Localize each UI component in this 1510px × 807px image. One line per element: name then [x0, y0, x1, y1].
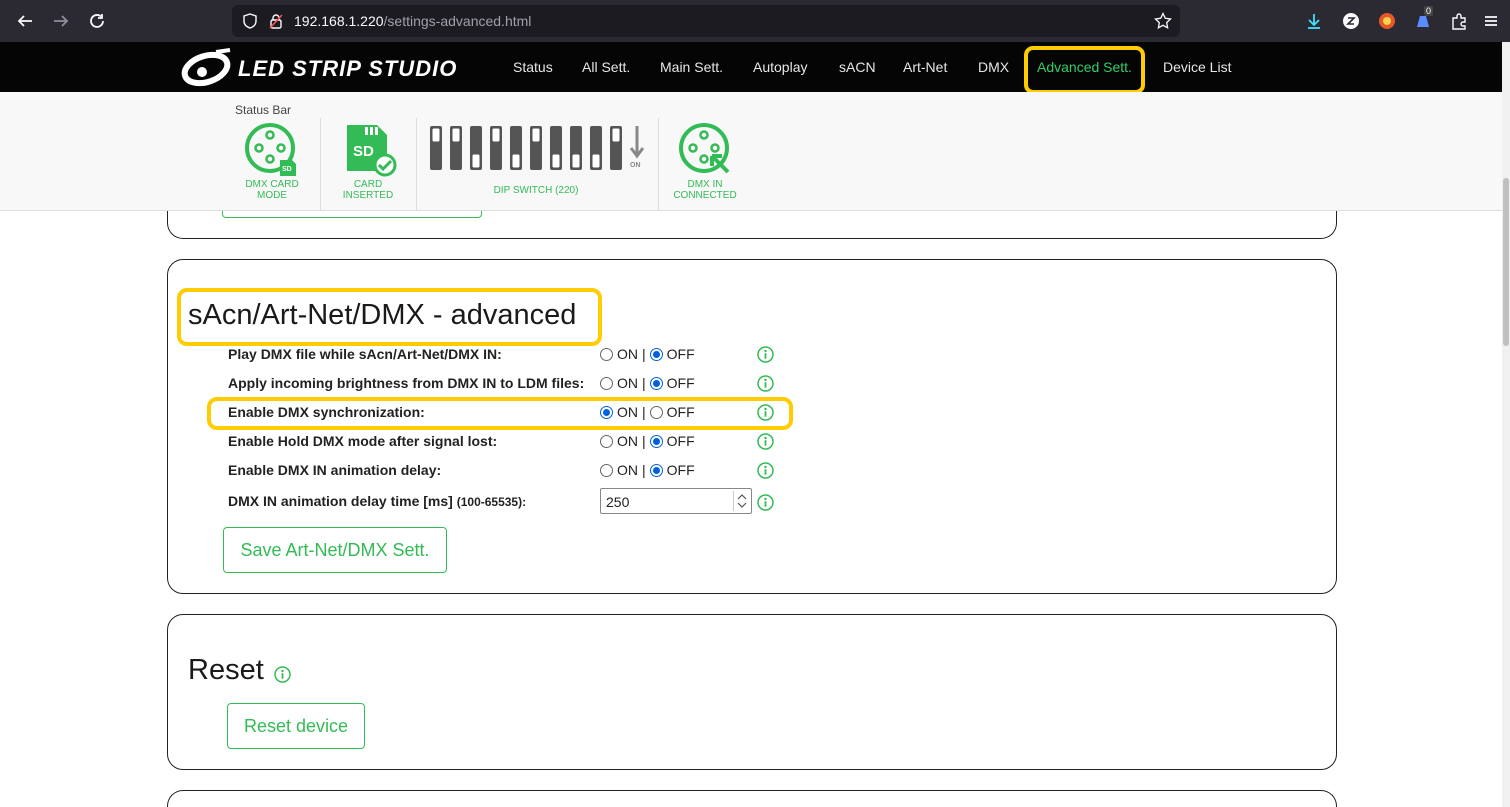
shield-icon[interactable] — [242, 13, 258, 34]
radio-on[interactable] — [600, 434, 613, 448]
url-text[interactable]: 192.168.1.220/settings-advanced.html — [294, 13, 531, 29]
nav-art-net[interactable]: Art-Net — [903, 59, 947, 75]
page-scrollbar-thumb[interactable] — [1503, 178, 1509, 346]
logo-swirl-icon — [181, 48, 231, 87]
status-dmx-in: DMX IN CONNECTED — [670, 116, 740, 210]
dmx-card-mode-label: DMX CARD MODE — [245, 179, 299, 201]
extension-orange-icon[interactable] — [1376, 10, 1398, 32]
nav-autoplay[interactable]: Autoplay — [753, 59, 807, 75]
extension-badge-count: 0 — [1424, 6, 1434, 16]
nav-status[interactable]: Status — [513, 59, 553, 75]
radio-off[interactable] — [649, 347, 663, 361]
bookmark-star-icon[interactable] — [1154, 11, 1172, 35]
setting-label-hold-dmx: Enable Hold DMX mode after signal lost: — [228, 433, 498, 449]
radio-on[interactable] — [600, 376, 613, 390]
status-dmx-card-mode: SD DMX CARD MODE — [236, 116, 308, 210]
dip-switch-icon — [430, 126, 645, 170]
status-divider — [320, 118, 321, 210]
reset-section-title: Reset — [188, 654, 264, 686]
info-icon[interactable] — [757, 346, 774, 363]
dip-on-label: ON — [630, 162, 641, 169]
setting-label-animation-delay: Enable DMX IN animation delay: — [228, 462, 442, 478]
card-inserted-sd-badge: SD — [353, 143, 374, 160]
dmx-in-label: DMX IN CONNECTED — [673, 179, 737, 201]
site-header: LED STRIP STUDIO Status All Sett. Main S… — [0, 42, 1502, 92]
setting-label-apply-brightness: Apply incoming brightness from DMX IN to… — [228, 375, 585, 391]
logo-text: LED STRIP STUDIO — [238, 56, 458, 81]
radio-group-play-dmx-file: ON | OFF — [600, 346, 695, 362]
status-dip-switch: ON DIP SWITCH (220) — [428, 116, 648, 210]
save-artnet-dmx-button[interactable]: Save Art-Net/DMX Sett. — [223, 527, 447, 573]
nav-dmx[interactable]: DMX — [978, 59, 1009, 75]
next-panel — [167, 790, 1337, 807]
extensions-puzzle-icon[interactable] — [1448, 10, 1470, 32]
info-icon[interactable] — [757, 433, 774, 450]
highlight-advanced-nav — [1024, 46, 1145, 94]
extension-badge-icon[interactable]: 0 — [1412, 6, 1434, 32]
page-scrollbar-track[interactable] — [1502, 42, 1510, 807]
browser-toolbar: 192.168.1.220/settings-advanced.html 0 — [0, 0, 1510, 42]
info-icon[interactable] — [274, 666, 291, 683]
card-inserted-label: CARD INSERTED — [342, 179, 394, 201]
insecure-lock-icon[interactable] — [268, 13, 284, 34]
radio-group-hold-dmx: ON | OFF — [600, 433, 695, 449]
site-logo[interactable]: LED STRIP STUDIO — [180, 48, 486, 88]
nav-device-list[interactable]: Device List — [1163, 59, 1231, 75]
forward-arrow-icon[interactable] — [50, 10, 72, 32]
status-divider — [416, 118, 417, 210]
status-bar: Status Bar SD DMX CARD MODE SD CARD INSE… — [0, 92, 1502, 211]
setting-label-play-dmx-file: Play DMX file while sAcn/Art-Net/DMX IN: — [228, 346, 502, 362]
radio-off[interactable] — [649, 376, 663, 390]
highlight-dmx-sync-row — [207, 397, 793, 430]
radio-off[interactable] — [649, 463, 663, 477]
url-bar[interactable]: 192.168.1.220/settings-advanced.html — [232, 5, 1180, 37]
status-divider — [658, 118, 659, 210]
radio-on[interactable] — [600, 347, 613, 361]
back-arrow-icon[interactable] — [14, 10, 36, 32]
status-bar-title: Status Bar — [235, 103, 292, 117]
dmx-card-sd-badge: SD — [282, 166, 292, 173]
delay-time-spinner[interactable] — [733, 491, 749, 511]
radio-on[interactable] — [600, 463, 613, 477]
highlight-section-title — [177, 288, 602, 346]
menu-icon[interactable] — [1480, 10, 1502, 32]
nav-all-sett[interactable]: All Sett. — [582, 59, 630, 75]
radio-off[interactable] — [649, 434, 663, 448]
dip-switch-label: DIP SWITCH (220) — [493, 185, 579, 196]
setting-label-delay-time: DMX IN animation delay time [ms] (100-65… — [228, 493, 527, 509]
extension-z-icon[interactable] — [1340, 10, 1362, 32]
info-icon[interactable] — [757, 375, 774, 392]
nav-sacn[interactable]: sACN — [839, 59, 876, 75]
radio-group-animation-delay: ON | OFF — [600, 462, 695, 478]
downloads-icon[interactable] — [1303, 10, 1325, 32]
radio-group-apply-brightness: ON | OFF — [600, 375, 695, 391]
delay-time-input[interactable]: 250 — [600, 488, 752, 514]
reset-device-button[interactable]: Reset device — [227, 703, 365, 749]
nav-main-sett[interactable]: Main Sett. — [660, 59, 723, 75]
status-card-inserted: SD CARD INSERTED — [333, 116, 403, 210]
info-icon[interactable] — [757, 494, 774, 511]
reload-icon[interactable] — [86, 10, 108, 32]
dmx-in-connected-icon — [679, 123, 730, 174]
info-icon[interactable] — [757, 462, 774, 479]
